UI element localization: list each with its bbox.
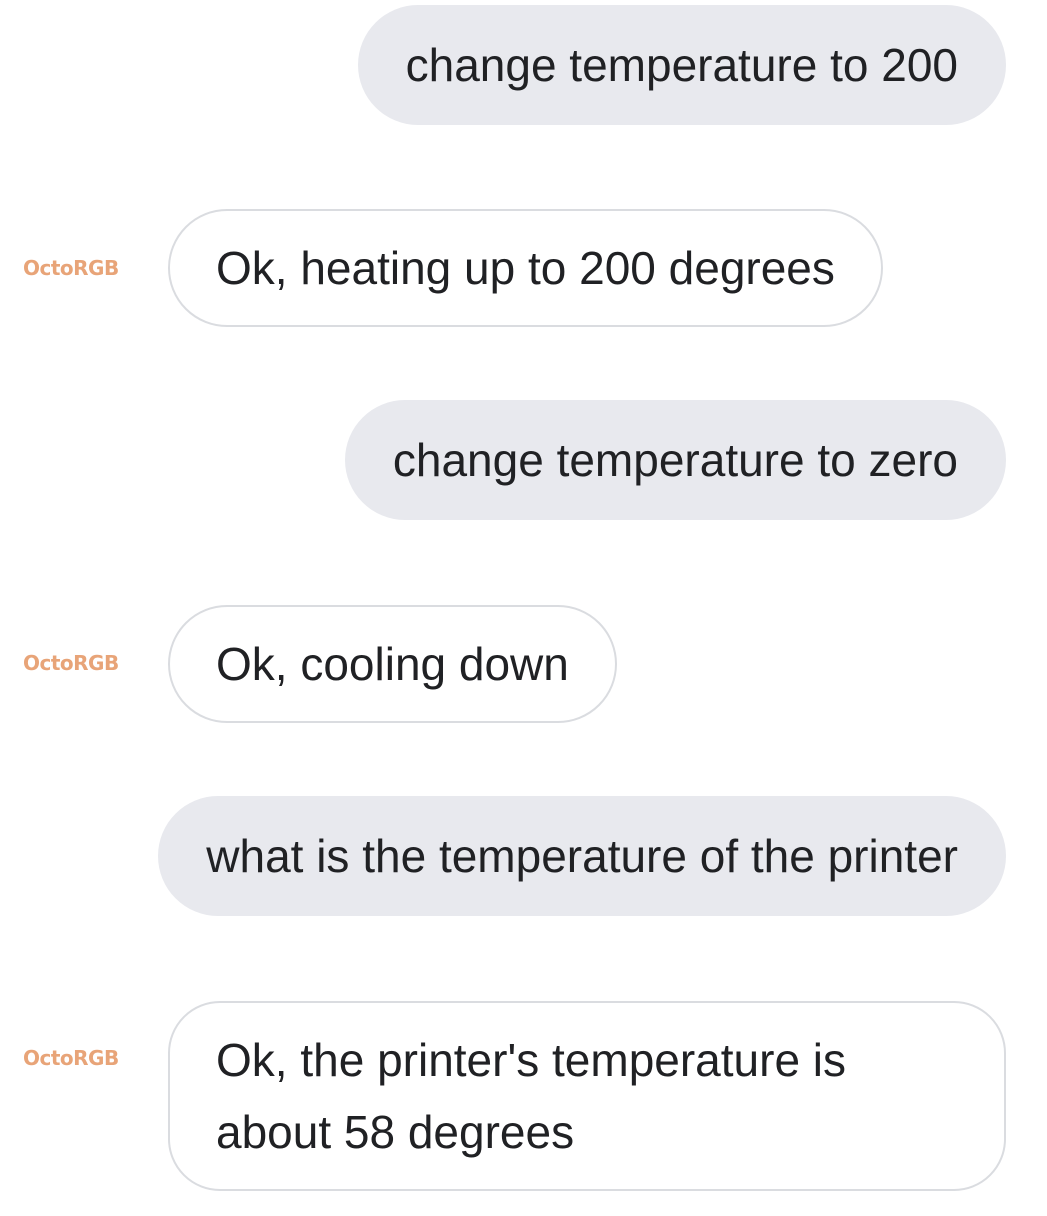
bot-message-bubble: Ok, heating up to 200 degrees — [168, 209, 883, 327]
user-message-text: what is the temperature of the printer — [206, 830, 958, 882]
bot-message-text: Ok, the printer's temperature is about 5… — [216, 1034, 847, 1158]
user-message-bubble: change temperature to 200 — [357, 5, 1006, 125]
bot-message-text: Ok, cooling down — [216, 638, 569, 690]
user-message-bubble: what is the temperature of the printer — [158, 796, 1006, 916]
bot-name-label: OctoRGB — [23, 256, 119, 280]
bot-name-label: OctoRGB — [23, 1046, 119, 1070]
bot-message-bubble: Ok, the printer's temperature is about 5… — [168, 1001, 1006, 1191]
bot-message-text: Ok, heating up to 200 degrees — [216, 242, 835, 294]
user-message-text: change temperature to zero — [392, 434, 958, 486]
bot-name-label: OctoRGB — [23, 651, 119, 675]
bot-message-bubble: Ok, cooling down — [168, 605, 617, 723]
user-message-bubble: change temperature to zero — [344, 400, 1006, 520]
user-message-text: change temperature to 200 — [405, 39, 958, 91]
